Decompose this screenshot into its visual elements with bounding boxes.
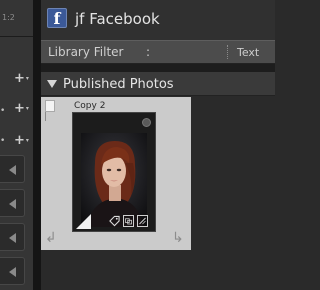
library-filter-bar: Library Filter : Text xyxy=(41,40,275,64)
left-triangle-icon xyxy=(9,165,16,175)
plus-icon: + xyxy=(14,133,25,148)
develop-badge-icon[interactable] xyxy=(137,215,148,227)
left-separator xyxy=(0,36,33,37)
add-button[interactable]: +▾ xyxy=(14,72,29,85)
chevron-down-icon: ▾ xyxy=(25,137,29,144)
filter-text-option[interactable]: Text xyxy=(237,46,259,59)
crop-badge-icon[interactable] xyxy=(123,215,134,227)
crop-ratio-label: 1:2 xyxy=(2,13,15,22)
collapse-arrow-button[interactable] xyxy=(0,155,25,183)
edit-corner-icon xyxy=(76,214,91,229)
header-gap xyxy=(41,64,275,72)
library-filter-label: Library Filter xyxy=(48,45,124,59)
left-triangle-icon xyxy=(9,199,16,209)
collapse-arrow-button[interactable] xyxy=(0,257,25,285)
left-triangle-icon xyxy=(9,267,16,277)
service-title: jf Facebook xyxy=(75,10,160,28)
add-button[interactable]: +▾ xyxy=(14,134,29,147)
quick-collection-marker-icon[interactable] xyxy=(142,118,151,127)
rotate-right-icon[interactable]: ↳ xyxy=(172,231,184,245)
panel-divider xyxy=(33,0,41,290)
rotate-left-icon[interactable]: ↲ xyxy=(45,231,57,245)
chevron-down-icon: ▾ xyxy=(25,75,29,82)
bullet-dot: • xyxy=(0,106,6,116)
publish-service-header: f jf Facebook xyxy=(41,0,275,40)
flag-icon[interactable] xyxy=(45,100,55,112)
collapse-arrow-button[interactable] xyxy=(0,223,25,251)
chevron-down-icon: ▾ xyxy=(25,105,29,112)
portrait-photo xyxy=(81,133,147,227)
photo-grid-cell[interactable]: Copy 2 ↲ ↳ xyxy=(41,97,191,250)
keyword-badge-icon[interactable] xyxy=(109,215,120,227)
left-panel: 1:2 +▾ +▾ • +▾ • xyxy=(0,0,33,290)
collapse-triangle-icon[interactable] xyxy=(47,80,57,88)
filter-divider xyxy=(227,45,228,59)
left-triangle-icon xyxy=(9,233,16,243)
add-button[interactable]: +▾ xyxy=(14,102,29,115)
library-filter-colon: : xyxy=(146,45,151,59)
flag-pole xyxy=(45,112,46,121)
main-panel: f jf Facebook Library Filter : Text Publ… xyxy=(41,0,275,290)
facebook-logo-icon: f xyxy=(47,8,67,28)
plus-icon: + xyxy=(14,71,25,86)
bullet-dot: • xyxy=(0,136,6,146)
collapse-arrow-button[interactable] xyxy=(0,189,25,217)
section-title: Published Photos xyxy=(63,77,174,92)
copy-name-label: Copy 2 xyxy=(74,101,106,111)
plus-icon: + xyxy=(14,101,25,116)
published-photos-header[interactable]: Published Photos xyxy=(41,72,275,96)
thumbnail-frame[interactable] xyxy=(72,112,156,232)
